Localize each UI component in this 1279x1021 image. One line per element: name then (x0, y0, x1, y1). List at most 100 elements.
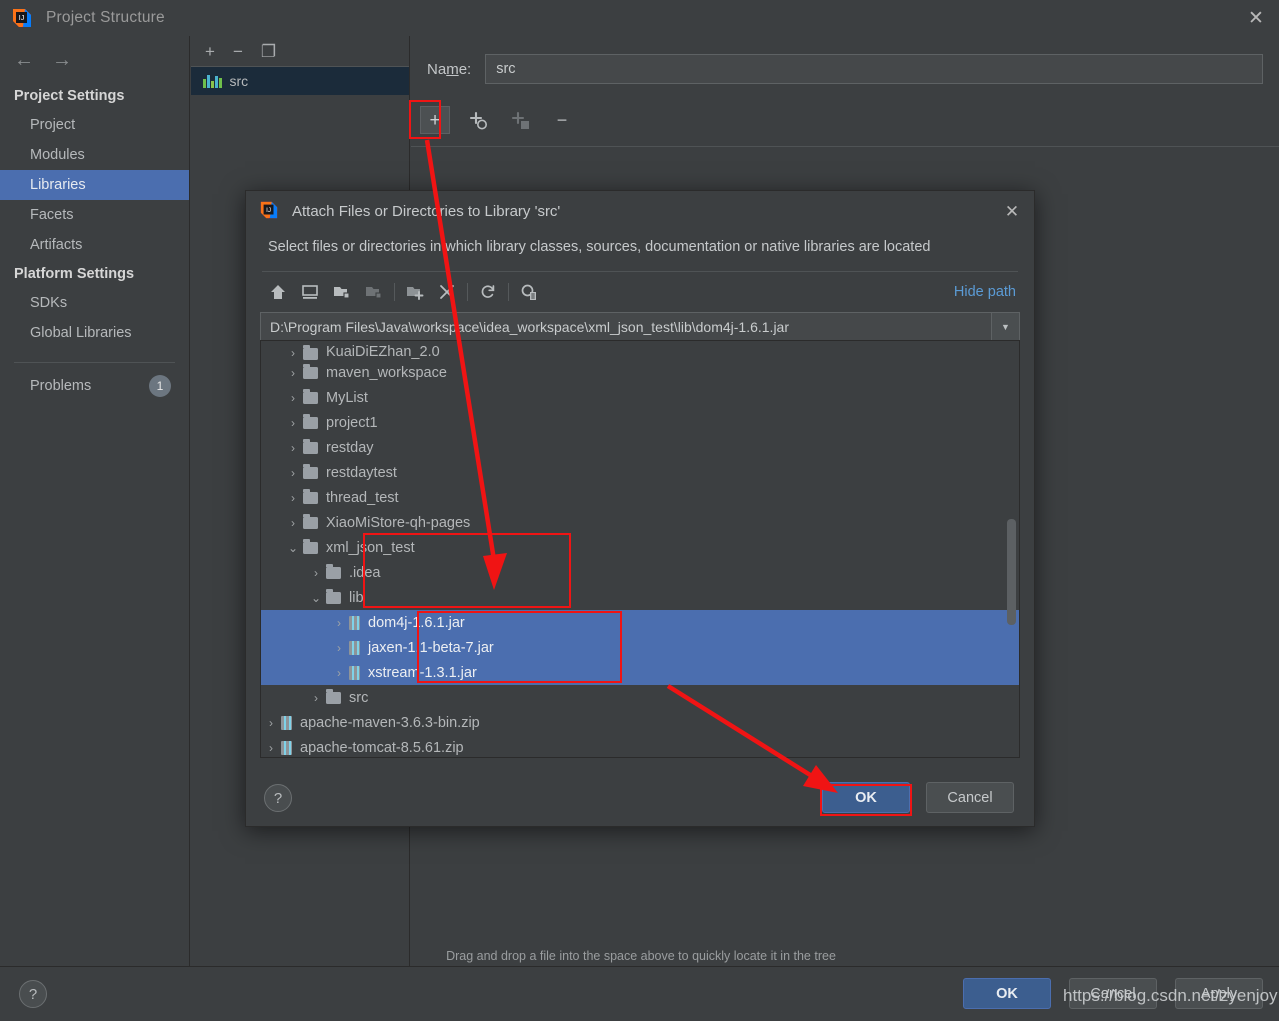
add-source-button[interactable] (464, 106, 492, 134)
folder-icon (303, 345, 318, 360)
path-history-dropdown[interactable]: ▼ (992, 312, 1020, 342)
dialog-ok-button[interactable]: OK (822, 782, 910, 813)
tree-node[interactable]: › KuaiDiEZhan_2.0 (261, 341, 1019, 360)
chevron-right-icon[interactable]: › (306, 691, 326, 705)
chevron-right-icon[interactable]: › (283, 366, 303, 380)
tree-scrollbar-thumb[interactable] (1007, 519, 1016, 625)
tree-node-label: restdaytest (326, 464, 397, 481)
library-name-input[interactable]: src (485, 54, 1263, 84)
tree-node-label: dom4j-1.6.1.jar (368, 614, 465, 631)
chevron-right-icon[interactable]: › (283, 466, 303, 480)
add-entry-button[interactable]: + (420, 106, 450, 134)
tree-node[interactable]: › XiaoMiStore-qh-pages (261, 510, 1019, 535)
tree-node[interactable]: › src (261, 685, 1019, 710)
dialog-cancel-button[interactable]: Cancel (926, 782, 1014, 813)
chevron-right-icon[interactable]: › (283, 516, 303, 530)
path-input[interactable]: D:\Program Files\Java\workspace\idea_wor… (260, 312, 992, 342)
chevron-right-icon[interactable]: › (329, 666, 349, 680)
sidebar-item-project[interactable]: Project (0, 110, 189, 140)
help-button[interactable]: ? (264, 784, 292, 812)
ok-button[interactable]: OK (963, 978, 1051, 1009)
add-javadoc-button (506, 106, 534, 134)
sidebar-item-artifacts[interactable]: Artifacts (0, 230, 189, 260)
chevron-right-icon[interactable]: › (283, 346, 303, 360)
chevron-right-icon[interactable]: › (283, 391, 303, 405)
window-title: Project Structure (46, 9, 165, 26)
intellij-idea-logo: IJ (260, 201, 280, 221)
new-folder-icon[interactable] (399, 276, 431, 308)
tree-node[interactable]: ⌄ xml_json_test (261, 535, 1019, 560)
folder-icon (303, 538, 318, 554)
tree-node-label: xstream-1.3.1.jar (368, 664, 477, 681)
copy-library-button[interactable]: ❐ (261, 43, 276, 60)
chevron-right-icon[interactable]: › (261, 716, 281, 730)
close-icon[interactable]: ✕ (998, 199, 1026, 225)
show-hidden-files-icon[interactable] (513, 276, 545, 308)
sidebar-item-global-libraries[interactable]: Global Libraries (0, 318, 189, 348)
project-folder-icon[interactable] (326, 276, 358, 308)
back-arrow-icon[interactable]: ← (14, 50, 34, 70)
tree-node[interactable]: › apache-maven-3.6.3-bin.zip (261, 710, 1019, 735)
tree-node[interactable]: › MyList (261, 385, 1019, 410)
delete-icon[interactable] (431, 276, 463, 308)
tree-node[interactable]: › apache-tomcat-8.5.61.zip (261, 735, 1019, 757)
tree-node[interactable]: ⌄ lib (261, 585, 1019, 610)
sidebar-group-project-settings: Project Settings (14, 88, 125, 104)
sidebar-item-libraries[interactable]: Libraries (0, 170, 189, 200)
folder-icon (326, 588, 341, 604)
tree-node[interactable]: › thread_test (261, 485, 1019, 510)
chevron-right-icon[interactable]: › (306, 566, 326, 580)
file-tree[interactable]: › KuaiDiEZhan_2.0 › maven_workspace › MyList ›… (260, 340, 1020, 758)
name-field-label: Name: (427, 60, 472, 78)
jar-file-icon (281, 740, 292, 755)
sidebar-item-problems[interactable]: Problems 1 (0, 363, 189, 397)
folder-icon (303, 413, 318, 429)
toolbar-divider (467, 283, 468, 301)
tree-node[interactable]: › jaxen-1.1-beta-7.jar (261, 635, 1019, 660)
jar-file-icon (349, 665, 360, 680)
hide-path-link[interactable]: Hide path (954, 284, 1016, 300)
tree-node[interactable]: › dom4j-1.6.1.jar (261, 610, 1019, 635)
chevron-right-icon[interactable]: › (329, 616, 349, 630)
chevron-right-icon[interactable]: › (261, 741, 281, 755)
desktop-icon[interactable] (294, 276, 326, 308)
forward-arrow-icon[interactable]: → (52, 50, 72, 70)
module-folder-icon (358, 276, 390, 308)
chevron-right-icon[interactable]: › (329, 641, 349, 655)
tree-node-label: lib (349, 589, 364, 606)
remove-entry-button[interactable]: − (548, 106, 576, 134)
library-list-item-src[interactable]: src (191, 67, 409, 95)
help-button[interactable]: ? (19, 980, 47, 1008)
sidebar-item-label: Problems (30, 378, 92, 394)
library-name-value: src (496, 61, 516, 77)
home-icon[interactable] (262, 276, 294, 308)
chevron-right-icon[interactable]: › (283, 441, 303, 455)
add-library-button[interactable]: + (205, 43, 215, 60)
sidebar-item-sdks[interactable]: SDKs (0, 288, 189, 318)
folder-icon (303, 513, 318, 529)
tree-node-label: xml_json_test (326, 539, 415, 556)
refresh-icon[interactable] (472, 276, 504, 308)
folder-icon (326, 563, 341, 579)
tree-node-label: restday (326, 439, 374, 456)
tree-node[interactable]: › restday (261, 435, 1019, 460)
tree-node[interactable]: › restdaytest (261, 460, 1019, 485)
chevron-down-icon[interactable]: ⌄ (306, 591, 326, 605)
tree-node-label: apache-tomcat-8.5.61.zip (300, 739, 464, 756)
tree-node-label: project1 (326, 414, 378, 431)
intellij-idea-logo: IJ (12, 8, 32, 28)
sidebar-item-facets[interactable]: Facets (0, 200, 189, 230)
chevron-right-icon[interactable]: › (283, 416, 303, 430)
settings-sidebar: ← → Project Settings Project Modules Lib… (0, 36, 190, 966)
tree-node[interactable]: › maven_workspace (261, 360, 1019, 385)
tree-node[interactable]: › project1 (261, 410, 1019, 435)
sidebar-item-modules[interactable]: Modules (0, 140, 189, 170)
close-icon[interactable]: ✕ (1233, 0, 1279, 36)
chevron-down-icon[interactable]: ⌄ (283, 541, 303, 555)
library-bars-icon (203, 74, 222, 88)
tree-node[interactable]: › xstream-1.3.1.jar (261, 660, 1019, 685)
remove-library-button[interactable]: − (233, 43, 243, 60)
tree-node[interactable]: › .idea (261, 560, 1019, 585)
chevron-right-icon[interactable]: › (283, 491, 303, 505)
toolbar-divider (394, 283, 395, 301)
